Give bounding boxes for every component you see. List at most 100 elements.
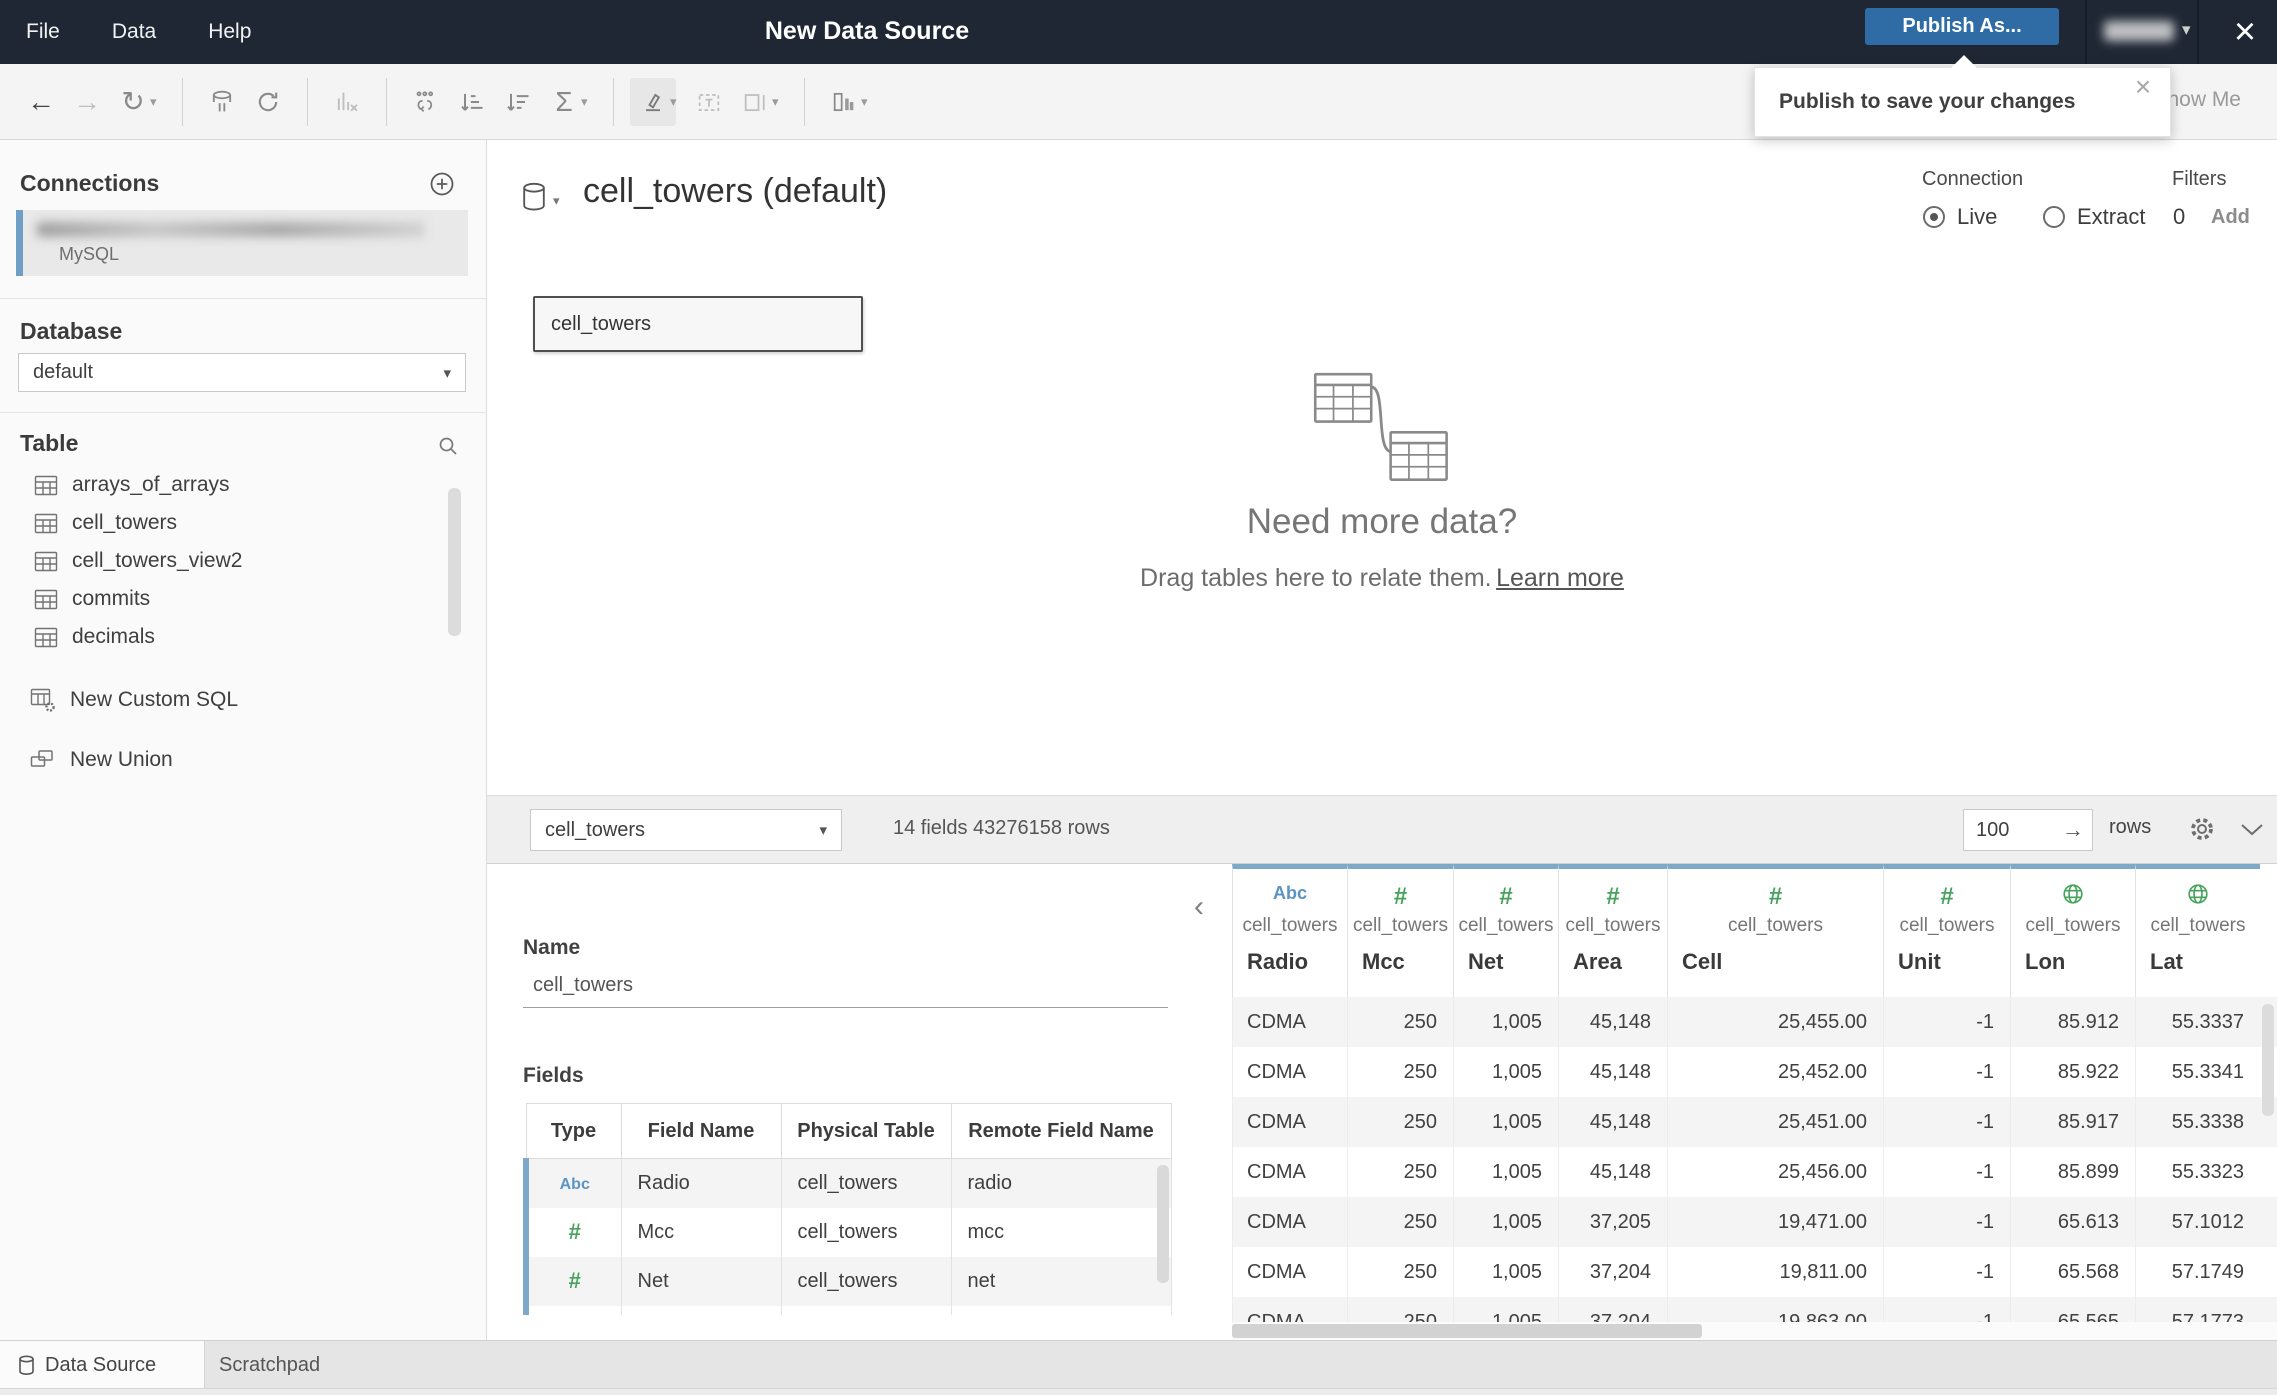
live-radio[interactable] [1923, 206, 1945, 228]
connections-heading: Connections [20, 170, 160, 196]
table-icon [34, 589, 58, 609]
cell: 85.917 [2010, 1097, 2135, 1147]
sidebar-item-decimals[interactable]: decimals [0, 618, 440, 656]
label-button[interactable] [686, 78, 732, 126]
column-table-label: cell_towers [2025, 915, 2121, 936]
sidebar-item-cell-towers[interactable]: cell_towers [0, 504, 440, 542]
grid-column-header-lat[interactable]: cell_towers Lat [2135, 864, 2260, 997]
column-table-label: cell_towers [1727, 915, 1824, 936]
grid-column-header-net[interactable]: # cell_towers Net [1453, 864, 1558, 997]
grid-column-header-cell[interactable]: # cell_towers Cell [1667, 864, 1883, 997]
sidebar-item-arrays-of-arrays[interactable]: arrays_of_arrays [0, 466, 440, 504]
tab-label: Scratchpad [219, 1353, 321, 1376]
connection-item-mysql[interactable]: MySQL [16, 210, 468, 276]
datasource-caret-icon[interactable]: ▾ [553, 193, 560, 209]
column-field-name: Lon [2025, 949, 2066, 974]
tab-label: Data Source [45, 1353, 157, 1376]
sidebar-scrollbar[interactable] [448, 488, 461, 636]
gear-icon[interactable] [2187, 814, 2217, 844]
apply-rows-arrow-icon[interactable]: → [2062, 817, 2084, 843]
menu-help[interactable]: Help [208, 20, 251, 44]
canvas-table-node[interactable]: cell_towers [533, 296, 863, 352]
close-icon: × [2134, 71, 2152, 102]
field-row-radio[interactable]: Abc Radio cell_towers radio [523, 1158, 1172, 1208]
highlight-caret-icon[interactable]: ▾ [670, 94, 686, 110]
column-header[interactable]: Type [525, 1103, 622, 1159]
extract-radio-group[interactable]: Extract [2043, 204, 2145, 230]
field-row-mcc[interactable]: # Mcc cell_towers mcc [523, 1207, 1172, 1257]
new-union-label: New Union [70, 748, 173, 771]
field-row-net[interactable]: # Net cell_towers net [523, 1256, 1172, 1306]
collapse-panel-button[interactable]: ‹ [1182, 890, 1216, 924]
add-connection-icon[interactable] [428, 170, 456, 198]
table-name-field[interactable] [523, 968, 1168, 1008]
chevron-down-icon[interactable] [2239, 822, 2265, 838]
row-limit-input[interactable] [1976, 818, 2056, 842]
cell: 85.899 [2010, 1147, 2135, 1197]
fields-table-scrollbar[interactable] [1157, 1165, 1169, 1283]
column-field-name: Cell [1682, 949, 1723, 974]
search-icon[interactable] [436, 434, 460, 458]
column-header[interactable]: Physical Table [780, 1103, 952, 1159]
tab-data-source[interactable]: Data Source [0, 1341, 205, 1389]
grid-vertical-scrollbar[interactable] [2262, 1004, 2274, 1116]
sort-ascending-button[interactable] [449, 78, 495, 126]
cell: 1,005 [1453, 1247, 1558, 1297]
grid-column-header-mcc[interactable]: # cell_towers Mcc [1347, 864, 1453, 997]
sidebar-item-cell-towers-view2[interactable]: cell_towers_view2 [0, 542, 440, 580]
tooltip-close-button[interactable]: × [2126, 70, 2160, 104]
new-custom-sql-button[interactable]: New Custom SQL [0, 680, 440, 720]
filters-add-button[interactable]: Add [2211, 206, 2250, 229]
learn-more-link[interactable]: Learn more [1496, 564, 1624, 592]
grid-column-header-unit[interactable]: # cell_towers Unit [1883, 864, 2010, 997]
menu-file[interactable]: File [26, 20, 60, 44]
new-union-button[interactable]: New Union [0, 740, 440, 780]
tab-scratchpad[interactable]: Scratchpad [205, 1341, 535, 1389]
live-radio-group[interactable]: Live [1923, 204, 1997, 230]
sidebar-divider [0, 298, 487, 299]
grid-horizontal-scrollbar-thumb[interactable] [1232, 1324, 1702, 1338]
grid-table-select-value: cell_towers [545, 818, 646, 841]
connection-name-redacted [37, 222, 425, 237]
grid-table-select[interactable]: cell_towers ▾ [530, 809, 842, 851]
cell: -1 [1883, 1197, 2010, 1247]
row-limit-box: → [1963, 809, 2093, 851]
table-heading: Table [20, 430, 79, 456]
user-menu-caret-icon[interactable]: ▾ [2182, 20, 2191, 40]
menu-bar: File Data Help [26, 0, 251, 64]
grid-column-header-lon[interactable]: cell_towers Lon [2010, 864, 2135, 997]
extract-radio[interactable] [2043, 206, 2065, 228]
window-close-button[interactable]: × [2220, 4, 2270, 60]
redo-button[interactable]: → [64, 78, 110, 126]
menu-data[interactable]: Data [112, 20, 156, 44]
text-label-icon [698, 93, 720, 111]
cell-size-button[interactable] [732, 78, 778, 126]
database-select[interactable]: default ▾ [18, 353, 466, 392]
totals-caret-icon[interactable]: ▾ [581, 94, 597, 110]
cell: 37,204 [1558, 1247, 1667, 1297]
column-header[interactable]: Field Name [620, 1103, 782, 1159]
swap-rows-columns-button[interactable] [403, 78, 449, 126]
new-custom-sql-label: New Custom SQL [70, 688, 239, 711]
replay-caret-icon[interactable]: ▾ [150, 94, 166, 110]
cell: -1 [1883, 1247, 2010, 1297]
pause-updates-button[interactable] [199, 78, 245, 126]
sort-descending-button[interactable] [495, 78, 541, 126]
datasource-cylinder-icon[interactable] [521, 182, 547, 212]
grid-column-header-radio[interactable]: Abc cell_towers Radio [1232, 864, 1347, 997]
column-header[interactable]: Remote Field Name [950, 1103, 1172, 1159]
datasource-title: cell_towers (default) [583, 172, 888, 210]
refresh-datasource-button[interactable] [245, 78, 291, 126]
cell: 57.1749 [2135, 1247, 2260, 1297]
grid-horizontal-scrollbar-track[interactable] [1232, 1322, 2277, 1340]
fit-view-caret-icon[interactable]: ▾ [861, 94, 877, 110]
sidebar-item-commits[interactable]: commits [0, 580, 440, 618]
cell: -1 [1883, 1047, 2010, 1097]
grid-column-header-area[interactable]: # cell_towers Area [1558, 864, 1667, 997]
clear-sheet-button[interactable] [324, 78, 370, 126]
table-row: CDMA 250 1,005 45,148 25,451.00 -1 85.917 55.33… [1232, 1097, 2277, 1147]
undo-button[interactable]: ← [18, 78, 64, 126]
publish-as-button[interactable]: Publish As... [1865, 8, 2059, 45]
filters-count: 0 [2173, 204, 2186, 229]
cell: 85.912 [2010, 997, 2135, 1047]
